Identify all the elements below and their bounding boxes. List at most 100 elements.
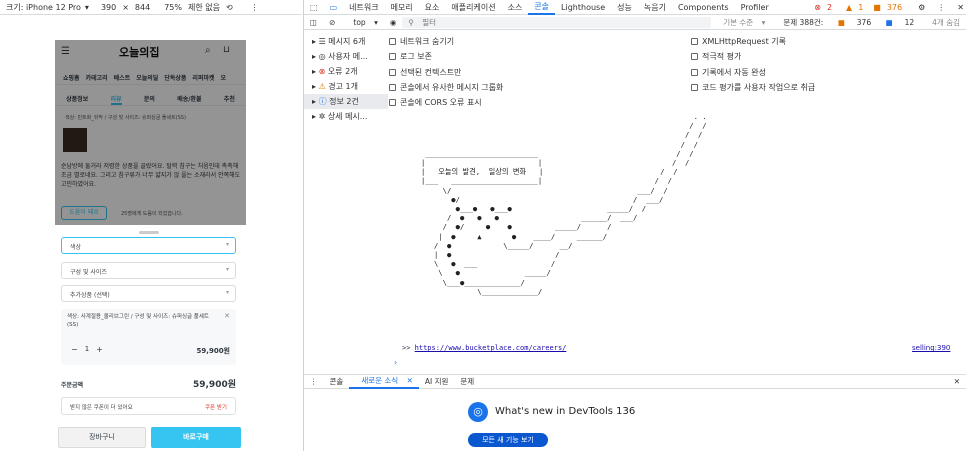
drawer-tab-whats-new[interactable]: 새로운 소식 ✕ bbox=[349, 374, 419, 389]
chevron-down-icon: ▾ bbox=[84, 2, 89, 12]
issues-link[interactable]: 문제 388건: ■ 376 ■ 12 bbox=[771, 17, 926, 28]
sidebar-toggle-icon[interactable]: ◫ bbox=[304, 18, 323, 27]
color-select-label: 색상 bbox=[70, 244, 82, 251]
tab-performance[interactable]: 성능 bbox=[611, 2, 638, 13]
chrome-devtools-icon: ◎ bbox=[468, 402, 488, 422]
height-input[interactable]: 844 bbox=[135, 3, 150, 12]
setting-xhr-log[interactable]: XMLHttpRequest 기록 bbox=[691, 34, 961, 49]
sidebar-item-label: 오류 2개 bbox=[327, 67, 358, 76]
width-input[interactable]: 390 bbox=[101, 3, 116, 12]
careers-link[interactable]: https://www.bucketplace.com/careers/ bbox=[415, 344, 567, 352]
inspect-icon[interactable]: ⬚ bbox=[304, 3, 324, 12]
tab-memory[interactable]: 메모리 bbox=[385, 2, 419, 13]
source-link[interactable]: selling:390 bbox=[912, 344, 950, 352]
console-prompt-icon[interactable]: › bbox=[394, 358, 397, 367]
see-all-features-button[interactable]: 모든 새 기능 보기 bbox=[468, 433, 548, 447]
coupon-button[interactable]: 쿠폰 받기 bbox=[205, 403, 227, 411]
checkbox[interactable] bbox=[691, 83, 698, 91]
checkbox[interactable] bbox=[389, 83, 396, 91]
tab-profiler[interactable]: Profiler bbox=[735, 3, 775, 12]
zoom-select[interactable]: 75% bbox=[164, 3, 182, 12]
eye-icon[interactable]: ◉ bbox=[384, 18, 403, 27]
throttle-select[interactable]: 제한 없음 bbox=[188, 2, 220, 13]
more-icon[interactable]: ⋮ bbox=[251, 3, 259, 12]
sidebar-item-user[interactable]: ▸ ◎ 사용자 메... bbox=[304, 49, 388, 64]
error-count: 2 bbox=[826, 2, 833, 12]
setting-eager-eval[interactable]: 적극적 평가 bbox=[691, 49, 961, 64]
level-select[interactable]: 기본 수준 ▾ bbox=[711, 17, 771, 28]
checkbox[interactable] bbox=[691, 53, 698, 61]
clear-icon[interactable]: ⊘ bbox=[323, 18, 341, 27]
size-select[interactable]: 구성 및 사이즈 ▾ bbox=[61, 262, 236, 279]
devtools-panel: ⬚ ▭ 네트워크 메모리 요소 애플리케이션 소스 콘솔 Lighthouse … bbox=[303, 0, 966, 451]
filter-input[interactable]: ⚲ 필터 bbox=[402, 16, 712, 28]
rotate-icon[interactable]: ⟲ bbox=[226, 3, 233, 12]
sidebar-item-messages[interactable]: ▸ ☰ 메시지 6개 bbox=[304, 34, 388, 49]
checkbox[interactable] bbox=[389, 68, 396, 76]
checkbox[interactable] bbox=[691, 68, 698, 76]
overlay-dim[interactable] bbox=[55, 40, 246, 225]
gear-icon[interactable]: ⚙ bbox=[912, 3, 931, 12]
close-icon[interactable]: ✕ bbox=[224, 312, 230, 320]
color-select[interactable]: 색상 ▾ bbox=[61, 237, 236, 254]
tab-network[interactable]: 네트워크 bbox=[343, 2, 384, 13]
drawer-tab-ai[interactable]: AI 지원 bbox=[419, 376, 455, 387]
setting-autocomplete[interactable]: 기록에서 자동 완성 bbox=[691, 65, 961, 80]
setting-cors-errors[interactable]: 콘솔에 CORS 오류 표시 bbox=[389, 95, 689, 110]
checkbox[interactable] bbox=[389, 38, 396, 45]
tab-elements[interactable]: 요소 bbox=[419, 2, 446, 13]
sheet-handle[interactable] bbox=[139, 231, 159, 234]
sidebar-item-info[interactable]: ▸ ⓘ 정보 2건 bbox=[304, 94, 388, 109]
close-icon[interactable]: ✕ bbox=[948, 377, 966, 386]
sidebar-item-warnings[interactable]: ▸ ⚠ 경고 1개 bbox=[304, 79, 388, 94]
error-icon: ⊗ bbox=[318, 67, 326, 76]
setting-preserve-log[interactable]: 로그 보존 bbox=[389, 49, 689, 64]
setting-label: 네트워크 숨기기 bbox=[400, 37, 455, 46]
checkbox[interactable] bbox=[389, 53, 396, 61]
coupon-row[interactable]: 받지 않은 쿠폰이 더 있어요 쿠폰 받기 bbox=[61, 397, 236, 415]
whats-new-title: What's new in DevTools 136 bbox=[495, 406, 636, 417]
info-count-badge[interactable]: ■ 376 bbox=[871, 3, 912, 12]
tab-lighthouse[interactable]: Lighthouse bbox=[555, 3, 611, 12]
drawer-menu-icon[interactable]: ⋮ bbox=[304, 377, 324, 386]
quantity-stepper: − 1 + bbox=[67, 342, 107, 356]
setting-hide-network[interactable]: 네트워크 숨기기 bbox=[389, 34, 689, 49]
info-icon: ⓘ bbox=[318, 97, 327, 106]
error-count-badge[interactable]: ⊗ 2 bbox=[808, 3, 844, 12]
sidebar-item-errors[interactable]: ▸ ⊗ 오류 2개 bbox=[304, 64, 388, 79]
device-toggle-icon[interactable]: ▭ bbox=[324, 3, 344, 12]
setting-user-gesture[interactable]: 코드 평가를 사용자 작업으로 취급 bbox=[691, 80, 961, 95]
cart-button[interactable]: 장바구니 bbox=[58, 427, 146, 448]
checkbox[interactable] bbox=[691, 38, 698, 45]
extra-select[interactable]: 추가상품 (선택) ▾ bbox=[61, 285, 236, 302]
close-icon[interactable]: ✕ bbox=[951, 3, 966, 12]
setting-selected-context[interactable]: 선택된 컨텍스트만 bbox=[389, 65, 689, 80]
tab-recorder[interactable]: 녹음기 bbox=[638, 2, 672, 13]
quantity-value[interactable]: 1 bbox=[85, 345, 89, 353]
console-ascii-art: . . / / / / / / ________________________… bbox=[421, 112, 707, 296]
buy-button[interactable]: 바로구매 bbox=[151, 427, 241, 448]
total-label: 주문금액 bbox=[61, 382, 84, 389]
option-sheet: 색상 ▾ 구성 및 사이즈 ▾ 추가상품 (선택) ▾ 색상: 사계절용_올리브그린 … bbox=[55, 225, 246, 451]
context-select[interactable]: top ▾ bbox=[341, 18, 383, 27]
tab-application[interactable]: 애플리케이션 bbox=[445, 2, 501, 13]
times-sign: × bbox=[122, 2, 129, 12]
drawer-tab-label: 새로운 소식 bbox=[361, 376, 399, 385]
tab-console[interactable]: 콘솔 bbox=[528, 0, 556, 15]
minus-button[interactable]: − bbox=[71, 345, 78, 354]
item-price: 59,900원 bbox=[196, 347, 230, 355]
setting-group-similar[interactable]: 콘솔에서 유사한 메시지 그룹화 bbox=[389, 80, 689, 95]
tab-sources[interactable]: 소스 bbox=[502, 2, 529, 13]
warning-count-badge[interactable]: ▲ 1 bbox=[844, 3, 871, 12]
more-icon[interactable]: ⋮ bbox=[931, 3, 951, 12]
setting-label: XMLHttpRequest 기록 bbox=[702, 37, 786, 46]
issues-label: 문제 388건: bbox=[783, 17, 824, 27]
sidebar-item-verbose[interactable]: ▸ ✲ 상세 메시... bbox=[304, 109, 388, 124]
checkbox[interactable] bbox=[389, 99, 396, 107]
tab-components[interactable]: Components bbox=[672, 3, 735, 12]
drawer-tab-console[interactable]: 콘솔 bbox=[324, 376, 350, 387]
drawer-tab-issues[interactable]: 문제 bbox=[454, 376, 480, 387]
device-select[interactable]: 크기: iPhone 12 Pro bbox=[6, 2, 81, 13]
sidebar-item-label: 경고 1개 bbox=[328, 82, 358, 91]
plus-button[interactable]: + bbox=[96, 345, 103, 354]
